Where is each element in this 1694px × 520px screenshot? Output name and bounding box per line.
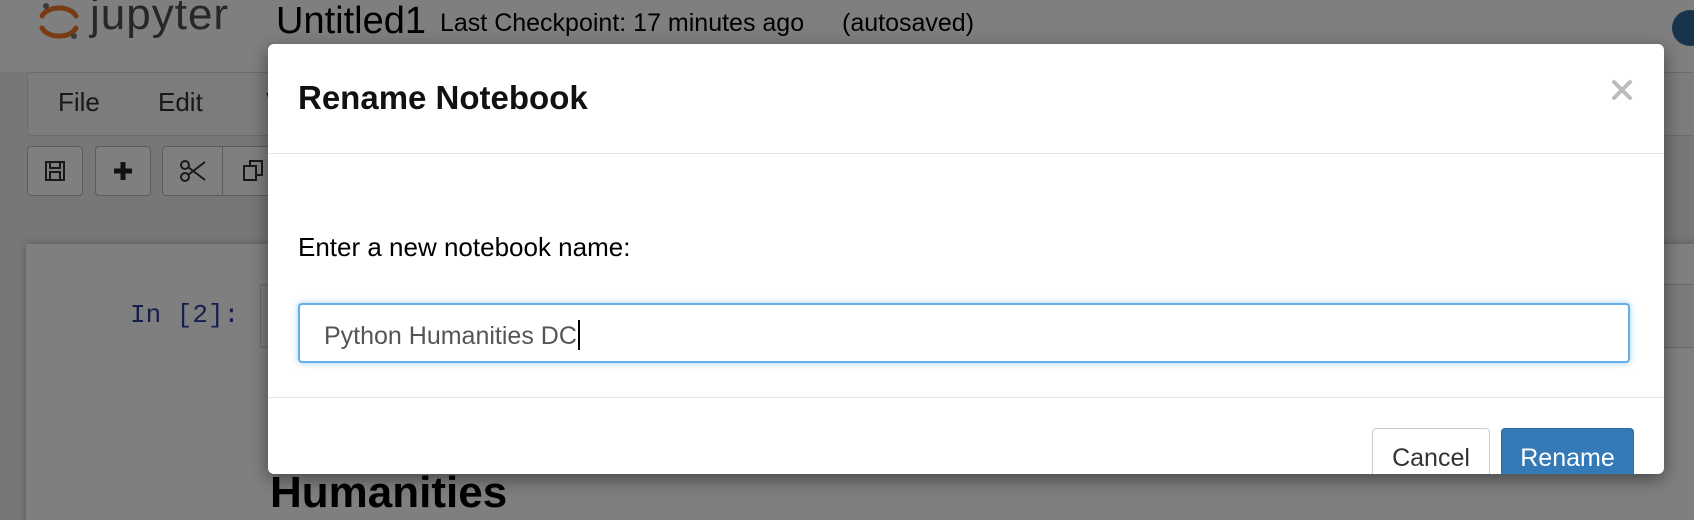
rename-notebook-dialog: Rename Notebook Enter a new notebook nam… — [268, 44, 1664, 474]
notebook-name-value: Python Humanities DC — [324, 320, 580, 351]
modal-header: Rename Notebook — [268, 44, 1664, 154]
notebook-name-text: Python Humanities DC — [324, 322, 577, 350]
rename-button[interactable]: Rename — [1501, 428, 1634, 474]
cancel-button[interactable]: Cancel — [1372, 428, 1490, 474]
notebook-name-label: Enter a new notebook name: — [298, 232, 631, 262]
text-caret — [577, 320, 580, 350]
notebook-name-input[interactable]: Python Humanities DC — [298, 303, 1630, 363]
jupyter-page: jupyter Untitled1 Last Checkpoint: 17 mi… — [0, 0, 1694, 520]
modal-title: Rename Notebook — [298, 79, 588, 116]
modal-body: Enter a new notebook name: Python Humani… — [268, 154, 1664, 398]
modal-footer: Cancel Rename — [268, 398, 1664, 474]
close-icon[interactable] — [1606, 74, 1638, 106]
